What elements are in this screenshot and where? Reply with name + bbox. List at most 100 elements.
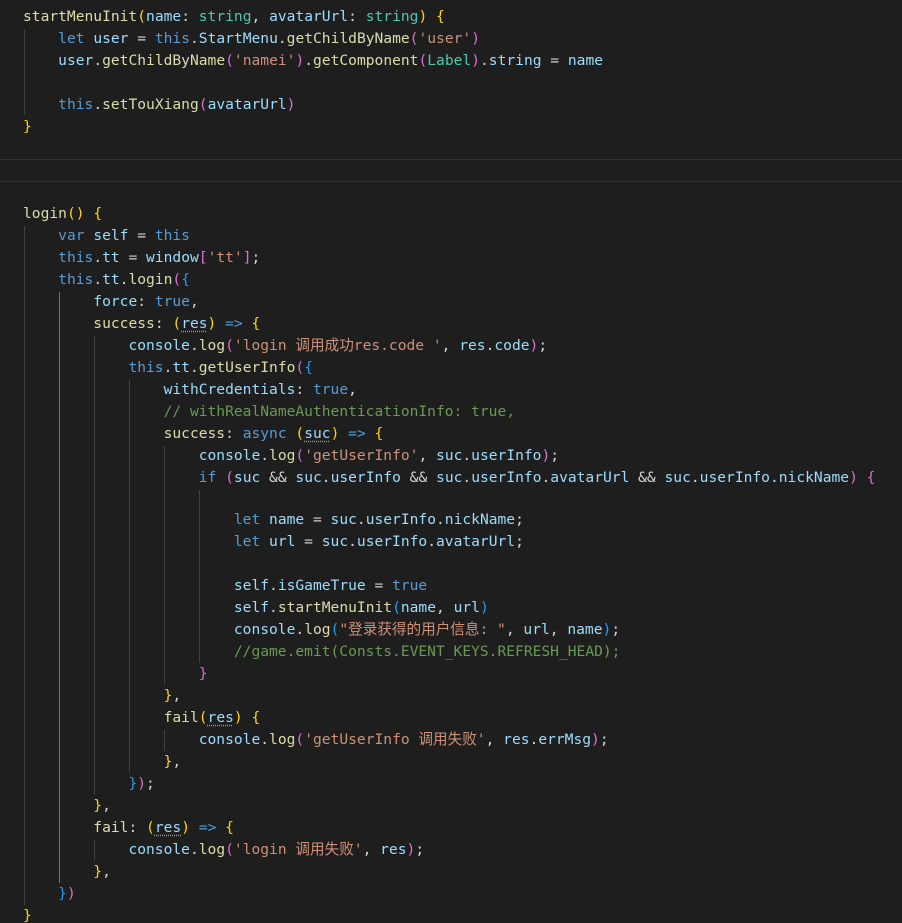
code-token: success	[93, 315, 155, 332]
code-line[interactable]: })	[23, 883, 76, 905]
code-token: )	[602, 621, 612, 638]
code-line[interactable]: self.startMenuInit(name, url)	[23, 597, 489, 619]
code-line[interactable]: withCredentials: true,	[23, 379, 357, 401]
code-line[interactable]: }	[23, 663, 208, 685]
code-line[interactable]: this.setTouXiang(avatarUrl)	[23, 94, 295, 116]
code-token: .	[427, 533, 436, 550]
code-line[interactable]: startMenuInit(name: string, avatarUrl: s…	[23, 6, 445, 28]
code-token: login	[23, 205, 67, 222]
code-line[interactable]: },	[23, 751, 182, 773]
code-line[interactable]: console.log("登录获得的用户信息: ", url, name);	[23, 619, 620, 641]
code-token: tt	[102, 249, 120, 266]
code-token: res	[380, 841, 407, 858]
code-line[interactable]: },	[23, 861, 111, 883]
code-line[interactable]: },	[23, 685, 182, 707]
code-token: &&	[260, 469, 296, 486]
code-line[interactable]: let user = this.StartMenu.getChildByName…	[23, 28, 480, 50]
code-line[interactable]: //game.emit(Consts.EVENT_KEYS.REFRESH_HE…	[23, 641, 621, 663]
code-line[interactable]: },	[23, 795, 111, 817]
code-line[interactable]: }	[23, 905, 32, 923]
code-token: :	[181, 8, 199, 25]
code-line[interactable]: login() {	[23, 203, 102, 225]
code-token: =>	[225, 315, 243, 332]
code-line[interactable]: let url = suc.userInfo.avatarUrl;	[23, 531, 524, 553]
code-token: true	[312, 381, 349, 398]
code-token: }	[128, 775, 138, 792]
code-line[interactable]: console.log('getUserInfo', suc.userInfo)…	[23, 445, 559, 467]
code-line[interactable]: let name = suc.userInfo.nickName;	[23, 509, 524, 531]
code-line[interactable]: }	[23, 116, 32, 138]
code-token: this	[128, 359, 164, 376]
code-token: ,	[348, 381, 357, 398]
code-token: .	[769, 469, 779, 486]
code-token: =	[295, 533, 322, 550]
code-token: url	[269, 533, 296, 550]
code-token: this	[58, 249, 94, 266]
code-token: console	[128, 841, 190, 858]
code-token: ]	[242, 249, 252, 266]
code-token: Label	[427, 52, 472, 69]
code-token: name	[567, 52, 604, 69]
code-token: getComponent	[313, 52, 419, 69]
code-line[interactable]: if (suc && suc.userInfo && suc.userInfo.…	[23, 467, 876, 489]
code-token: let	[58, 30, 85, 47]
code-token: =	[304, 511, 331, 528]
code-line[interactable]: success: async (suc) => {	[23, 423, 384, 445]
code-token: ,	[549, 621, 568, 638]
code-token: }	[93, 863, 103, 880]
code-token: string	[365, 8, 419, 25]
code-token: .	[541, 469, 551, 486]
code-token: {	[93, 205, 103, 222]
code-token: this	[154, 227, 190, 244]
code-line[interactable]: success: (res) => {	[23, 313, 260, 335]
code-line[interactable]: console.log('getUserInfo 调用失败', res.errM…	[23, 729, 609, 751]
code-line[interactable]: force: true,	[23, 291, 198, 313]
code-line[interactable]: console.log('login 调用失败', res);	[23, 839, 424, 861]
code-line[interactable]: var self = this	[23, 225, 190, 247]
code-token: log	[269, 447, 296, 464]
code-token: fail	[163, 709, 199, 726]
code-token: ;	[251, 249, 261, 266]
code-token: :	[128, 819, 147, 836]
code-token: suc	[233, 469, 261, 486]
code-line[interactable]: fail: (res) => {	[23, 817, 234, 839]
code-token: .	[93, 249, 103, 266]
code-token: (	[137, 8, 147, 25]
code-token: .	[277, 30, 287, 47]
code-token: &&	[629, 469, 665, 486]
code-token: user	[58, 52, 94, 69]
code-token: log	[269, 731, 296, 748]
code-line[interactable]: });	[23, 773, 154, 795]
code-token: :	[225, 425, 243, 442]
code-token: suc	[330, 511, 357, 528]
code-line[interactable]: user.getChildByName('namei').getComponen…	[23, 50, 603, 72]
code-token: this	[58, 96, 94, 113]
code-token: (	[172, 315, 182, 332]
code-line[interactable]: // withRealNameAuthenticationInfo: true,	[23, 401, 515, 423]
code-line[interactable]: self.isGameTrue = true	[23, 575, 427, 597]
code-token: login	[128, 271, 173, 288]
code-token: =	[128, 30, 155, 47]
code-token: }	[198, 665, 208, 682]
code-line[interactable]: this.tt.login({	[23, 269, 190, 291]
code-line[interactable]: this.tt.getUserInfo({	[23, 357, 313, 379]
code-token: ,	[362, 841, 381, 858]
code-token: (	[198, 709, 208, 726]
code-line[interactable]: this.tt = window['tt'];	[23, 247, 260, 269]
code-token: ,	[251, 8, 270, 25]
code-line[interactable]: fail(res) {	[23, 707, 261, 729]
code-token: string	[488, 52, 542, 69]
code-editor[interactable]: startMenuInit(name: string, avatarUrl: s…	[0, 0, 902, 923]
code-line[interactable]: console.log('login 调用成功res.code ', res.c…	[23, 335, 547, 357]
code-token: {	[304, 359, 314, 376]
code-token: ,	[441, 337, 460, 354]
